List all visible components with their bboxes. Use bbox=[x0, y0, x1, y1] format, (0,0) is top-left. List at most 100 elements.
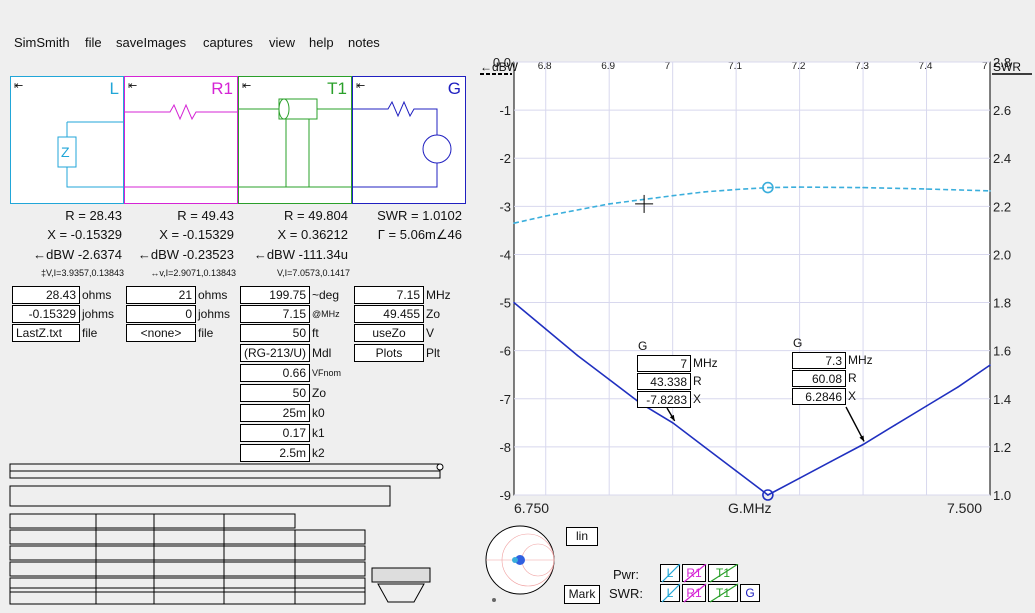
data-point bbox=[830, 460, 833, 463]
T1-param-input[interactable]: 7.15 bbox=[240, 305, 310, 323]
menu-notes[interactable]: notes bbox=[348, 35, 380, 50]
element-panel-T1[interactable]: ⇤ T1 bbox=[238, 76, 353, 204]
unit-label: ohms bbox=[198, 288, 228, 302]
readout-L-x: X = -0.15329 bbox=[47, 227, 122, 242]
readout-R1-dbw: ←dBW -0.23523 bbox=[137, 247, 234, 262]
left-tick-label: -6 bbox=[499, 344, 511, 359]
T1-param-input[interactable]: 0.17 bbox=[240, 424, 310, 442]
toggle-strike-lines bbox=[661, 564, 739, 603]
marker-1-freq[interactable]: 7 bbox=[637, 355, 691, 372]
readout-T1-dbw: ←dBW -111.34u bbox=[253, 247, 348, 262]
menu-simsmith[interactable]: SimSmith bbox=[14, 35, 70, 50]
menu-saveimages[interactable]: saveImages bbox=[116, 35, 186, 50]
T1-model-select[interactable]: (RG-213/U) bbox=[240, 344, 310, 362]
unit-label: file bbox=[82, 326, 98, 340]
menu-captures[interactable]: captures bbox=[203, 35, 253, 50]
unit-label: johms bbox=[198, 307, 231, 321]
unit-label: Zo bbox=[426, 307, 441, 321]
data-point bbox=[513, 222, 515, 224]
swr-toggle-G[interactable]: G bbox=[740, 584, 760, 602]
x-axis-label: G.MHz bbox=[728, 500, 772, 516]
data-point bbox=[989, 190, 991, 192]
R1-file-button[interactable]: <none> bbox=[126, 324, 196, 342]
left-tick-label: -3 bbox=[499, 199, 511, 214]
top-tick-label: 6.9 bbox=[601, 61, 615, 72]
unit-label: V bbox=[426, 326, 435, 340]
marker-1-r: 43.338 bbox=[637, 373, 691, 390]
data-point bbox=[989, 364, 991, 366]
left-axis-label: ←dBW bbox=[480, 60, 519, 74]
unit-label: X bbox=[693, 392, 702, 406]
unit-label: ft bbox=[312, 326, 319, 340]
top-tick-label: 6.8 bbox=[538, 61, 552, 72]
menu-file[interactable]: file bbox=[85, 35, 102, 50]
L-imag-input[interactable]: -0.15329 bbox=[12, 305, 80, 323]
readout-T1-x: X = 0.36212 bbox=[277, 227, 348, 242]
element-panel-L[interactable]: ⇤ L Z bbox=[10, 76, 125, 204]
G-plots-button[interactable]: Plots bbox=[354, 344, 424, 362]
marker-2-freq[interactable]: 7.3 bbox=[792, 352, 846, 369]
data-point bbox=[767, 494, 769, 496]
top-tick-label: 7 bbox=[665, 61, 671, 72]
top-tick-label: 7.2 bbox=[792, 61, 806, 72]
element-panel-R1[interactable]: ⇤ R1 bbox=[124, 76, 239, 204]
G-v-select[interactable]: useZo bbox=[354, 324, 424, 342]
swr-label: SWR: bbox=[609, 586, 643, 601]
data-point bbox=[798, 477, 801, 479]
svg-text:Z: Z bbox=[61, 144, 70, 160]
mark-button[interactable]: Mark bbox=[564, 585, 600, 604]
data-point bbox=[925, 405, 928, 407]
top-tick-label: 7.3 bbox=[855, 61, 869, 72]
element-panel-G[interactable]: ⇤ G bbox=[352, 76, 466, 204]
left-tick-label: -7 bbox=[499, 392, 511, 407]
L-real-input[interactable]: 28.43 bbox=[12, 286, 80, 304]
smith-chart-thumbnail[interactable] bbox=[482, 522, 562, 606]
pwr-label: Pwr: bbox=[613, 567, 639, 582]
unit-label: file bbox=[198, 326, 214, 340]
data-point bbox=[767, 186, 769, 189]
data-point bbox=[925, 188, 928, 190]
data-point bbox=[544, 215, 547, 217]
load-impedance-icon: Z bbox=[57, 121, 125, 188]
right-tick-label: 1.4 bbox=[993, 392, 1011, 407]
T1-param-input[interactable]: 50 bbox=[240, 324, 310, 342]
right-tick-label: 1.2 bbox=[993, 440, 1011, 455]
component-palette[interactable] bbox=[8, 460, 448, 608]
unit-label: Mdl bbox=[312, 346, 332, 360]
marker-2-x: 6.2846 bbox=[792, 388, 846, 405]
unit-label: Plt bbox=[426, 346, 441, 360]
menu-help[interactable]: help bbox=[309, 35, 334, 50]
G-zo-input[interactable]: 49.455 bbox=[354, 305, 424, 323]
unit-label: X bbox=[848, 389, 857, 403]
data-point bbox=[862, 443, 864, 446]
right-tick-label: 1.6 bbox=[993, 344, 1011, 359]
top-tick-label: 7.1 bbox=[728, 61, 742, 72]
right-tick-label: 2.2 bbox=[993, 199, 1011, 214]
right-tick-label: 2.4 bbox=[993, 151, 1011, 166]
T1-param-input[interactable]: 50 bbox=[240, 384, 310, 402]
unit-label: MHz bbox=[426, 288, 451, 302]
L-file-button[interactable]: LastZ.txt bbox=[12, 324, 80, 342]
sweep-chart[interactable]: 6.8 6.9 7 7.1 7.2 7.3 7.4 70.0 2.8-1 2.6-2 2.4-3 2.… bbox=[478, 58, 1034, 520]
generator-icon bbox=[353, 100, 452, 188]
G-freq-input[interactable]: 7.15 bbox=[354, 286, 424, 304]
T1-param-input[interactable]: 25m bbox=[240, 404, 310, 422]
data-point bbox=[513, 301, 515, 304]
data-point bbox=[544, 328, 547, 330]
readout-L-dbw: ←dBW -2.6374 bbox=[33, 247, 122, 262]
R1-real-input[interactable]: 21 bbox=[126, 286, 196, 304]
T1-param-input[interactable]: 199.75 bbox=[240, 286, 310, 304]
menu-view[interactable]: view bbox=[269, 35, 295, 50]
resistor-icon bbox=[125, 103, 239, 188]
lin-log-toggle[interactable]: lin bbox=[566, 527, 598, 546]
marker-1-x: -7.8283 bbox=[637, 391, 691, 408]
data-point bbox=[576, 354, 579, 357]
right-tick-label: 2.0 bbox=[993, 247, 1011, 262]
T1-param-input[interactable]: 0.66 bbox=[240, 364, 310, 382]
R1-imag-input[interactable]: 0 bbox=[126, 305, 196, 323]
menu-bar: SimSmith file saveImages captures view h… bbox=[0, 33, 1035, 53]
unit-label: johms bbox=[82, 307, 115, 321]
unit-label: k0 bbox=[312, 406, 325, 420]
unit-label: MHz bbox=[848, 353, 873, 367]
readout-G-gamma: Γ = 5.06m∠46 bbox=[377, 227, 462, 242]
